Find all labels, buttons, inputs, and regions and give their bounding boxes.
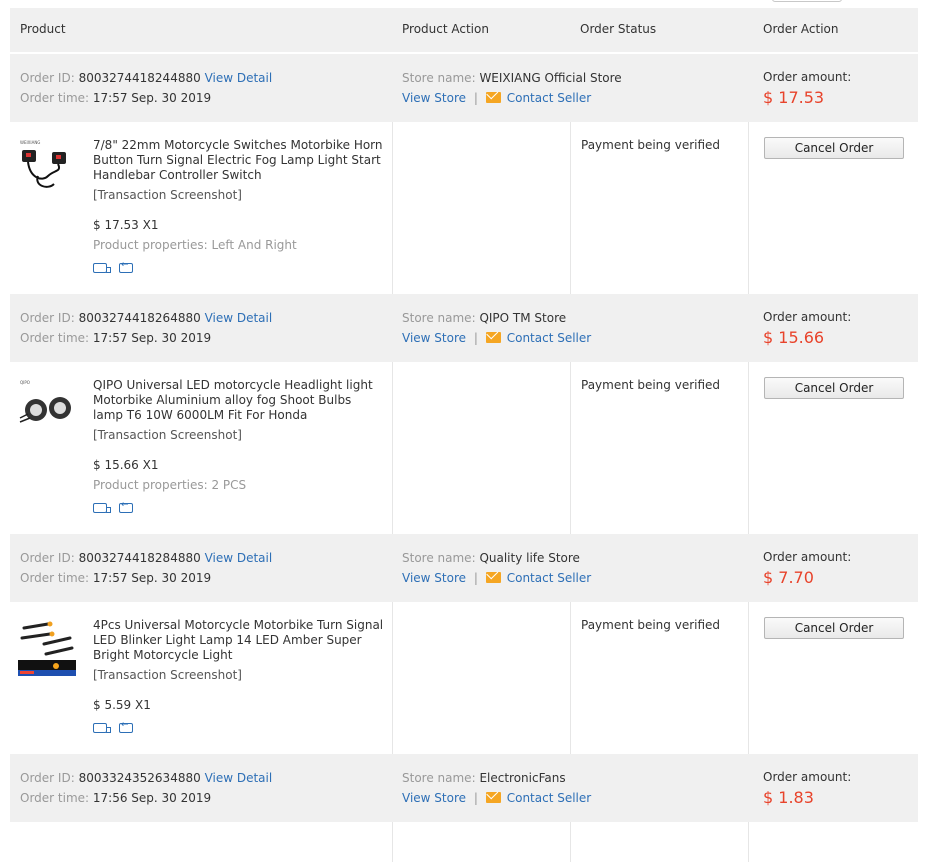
order-header: Order ID: 8003274418284880 View Detail O… <box>10 534 918 602</box>
product-title[interactable]: 7/8" 22mm Motorcycle Switches Motorbike … <box>93 138 385 183</box>
order-id-label: Order ID: <box>20 771 75 785</box>
contact-seller-link[interactable]: Contact Seller <box>507 791 592 805</box>
header-product-action: Product Action <box>402 22 489 36</box>
separator: | <box>473 331 478 345</box>
return-icon[interactable] <box>119 500 133 513</box>
order-status: Payment being verified <box>581 138 721 152</box>
mail-icon <box>485 572 501 583</box>
order-time-label: Order time: <box>20 571 90 585</box>
product-properties: 2 PCS <box>211 478 247 492</box>
order-time: 17:56 Sep. 30 2019 <box>92 791 212 805</box>
view-store-link[interactable]: View Store <box>402 91 466 105</box>
order-time: 17:57 Sep. 30 2019 <box>92 91 212 105</box>
header-order-action: Order Action <box>763 22 839 36</box>
order-amount: $ 17.53 <box>763 88 825 107</box>
mail-icon <box>485 792 501 803</box>
mail-icon <box>485 332 501 343</box>
order-status: Payment being verified <box>581 618 721 632</box>
view-detail-link[interactable]: View Detail <box>205 71 273 85</box>
store-name-label: Store name: <box>402 551 476 565</box>
order-id: 8003274418284880 <box>78 551 201 565</box>
view-store-link[interactable]: View Store <box>402 791 466 805</box>
order-id-label: Order ID: <box>20 71 75 85</box>
separator: | <box>473 571 478 585</box>
order-id: 8003324352634880 <box>78 771 201 785</box>
product-title[interactable]: 4Pcs Universal Motorcycle Motorbike Turn… <box>93 618 385 663</box>
store-name-label: Store name: <box>402 71 476 85</box>
view-detail-link[interactable]: View Detail <box>205 551 273 565</box>
contact-seller-link[interactable]: Contact Seller <box>507 331 592 345</box>
order-time-label: Order time: <box>20 791 90 805</box>
transaction-screenshot-link[interactable]: [Transaction Screenshot] <box>93 428 242 442</box>
order-id-label: Order ID: <box>20 311 75 325</box>
order-amount-label: Order amount: <box>763 310 852 324</box>
contact-seller-link[interactable]: Contact Seller <box>507 571 592 585</box>
shipping-truck-icon[interactable] <box>93 503 111 513</box>
order-time-label: Order time: <box>20 91 90 105</box>
return-icon[interactable] <box>119 260 133 273</box>
store-name: ElectronicFans <box>479 771 566 785</box>
mail-icon <box>485 92 501 103</box>
svg-text:QIPO: QIPO <box>20 380 30 385</box>
view-store-link[interactable]: View Store <box>402 571 466 585</box>
order-time: 17:57 Sep. 30 2019 <box>92 571 212 585</box>
order-body: WEIXIANG 7/8" 22mm Motorcycle Switches M… <box>10 122 918 294</box>
view-detail-link[interactable]: View Detail <box>205 311 273 325</box>
order-amount-label: Order amount: <box>763 550 852 564</box>
contact-seller-link[interactable]: Contact Seller <box>507 91 592 105</box>
product-thumbnail[interactable] <box>18 618 76 676</box>
cancel-order-button[interactable]: Cancel Order <box>764 377 904 399</box>
order-amount-label: Order amount: <box>763 770 852 784</box>
top-button-stub[interactable] <box>772 0 842 2</box>
cancel-order-button[interactable]: Cancel Order <box>764 137 904 159</box>
product-properties-label: Product properties: <box>93 478 208 492</box>
order-time: 17:57 Sep. 30 2019 <box>92 331 212 345</box>
store-name: Quality life Store <box>479 551 580 565</box>
shipping-truck-icon[interactable] <box>93 723 111 733</box>
separator: | <box>473 791 478 805</box>
order-body <box>10 822 918 862</box>
transaction-screenshot-link[interactable]: [Transaction Screenshot] <box>93 668 242 682</box>
order-header: Order ID: 8003324352634880 View Detail O… <box>10 754 918 822</box>
header-product: Product <box>20 22 66 36</box>
order-body: 4Pcs Universal Motorcycle Motorbike Turn… <box>10 602 918 754</box>
order-amount-label: Order amount: <box>763 70 852 84</box>
orders-table: Product Product Action Order Status Orde… <box>10 8 918 862</box>
order-id: 8003274418264880 <box>78 311 201 325</box>
product-price-qty: $ 5.59 X1 <box>93 698 151 712</box>
table-header: Product Product Action Order Status Orde… <box>10 8 918 54</box>
order-amount: $ 15.66 <box>763 328 825 347</box>
order-status: Payment being verified <box>581 378 721 392</box>
store-name: WEIXIANG Official Store <box>479 71 622 85</box>
product-thumbnail[interactable]: WEIXIANG <box>18 138 76 196</box>
cancel-order-button[interactable]: Cancel Order <box>764 617 904 639</box>
product-title[interactable]: QIPO Universal LED motorcycle Headlight … <box>93 378 385 423</box>
shipping-truck-icon[interactable] <box>93 263 111 273</box>
order-header: Order ID: 8003274418244880 View Detail O… <box>10 54 918 122</box>
header-order-status: Order Status <box>580 22 657 36</box>
product-properties-label: Product properties: <box>93 238 208 252</box>
view-store-link[interactable]: View Store <box>402 331 466 345</box>
store-name: QIPO TM Store <box>479 311 567 325</box>
store-name-label: Store name: <box>402 311 476 325</box>
return-icon[interactable] <box>119 720 133 733</box>
svg-text:WEIXIANG: WEIXIANG <box>20 140 40 145</box>
product-price-qty: $ 17.53 X1 <box>93 218 159 232</box>
order-id-label: Order ID: <box>20 551 75 565</box>
order-amount: $ 1.83 <box>763 788 814 807</box>
product-thumbnail[interactable]: QIPO <box>18 378 76 436</box>
transaction-screenshot-link[interactable]: [Transaction Screenshot] <box>93 188 242 202</box>
order-header: Order ID: 8003274418264880 View Detail O… <box>10 294 918 362</box>
separator: | <box>473 91 478 105</box>
order-id: 8003274418244880 <box>78 71 201 85</box>
order-amount: $ 7.70 <box>763 568 814 587</box>
view-detail-link[interactable]: View Detail <box>205 771 273 785</box>
order-body: QIPO QIPO Universal LED motorcycle Headl… <box>10 362 918 534</box>
store-name-label: Store name: <box>402 771 476 785</box>
order-time-label: Order time: <box>20 331 90 345</box>
product-price-qty: $ 15.66 X1 <box>93 458 159 472</box>
product-properties: Left And Right <box>211 238 297 252</box>
